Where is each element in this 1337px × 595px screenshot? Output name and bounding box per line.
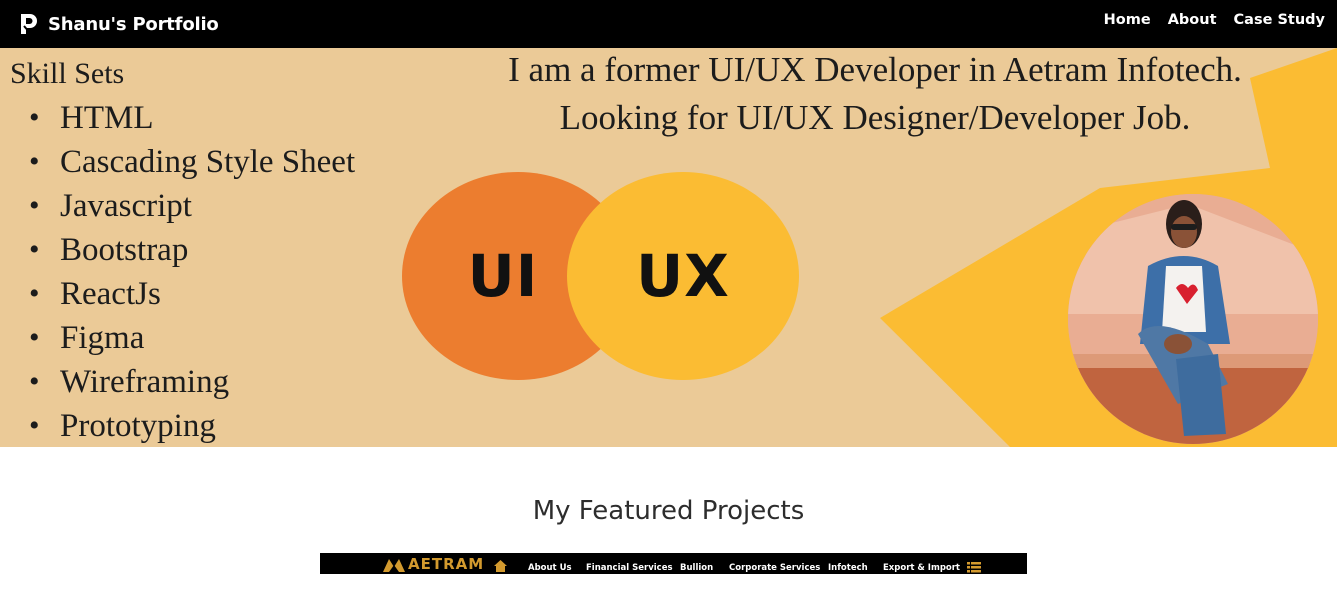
featured-project-preview[interactable]: AETRAM About Us Financial Services Bulli… [320, 553, 1027, 574]
bullet-icon: • [29, 409, 40, 442]
skills-list: • HTML • Cascading Style Sheet • Javascript… [0, 96, 355, 447]
skill-item: • Wireframing [0, 360, 355, 404]
skill-label: Cascading Style Sheet [60, 144, 356, 180]
aetram-logo-icon [383, 559, 405, 572]
nav-about-link[interactable]: About [1168, 12, 1217, 28]
skill-label: Bootstrap [60, 232, 189, 268]
brand[interactable]: Shanu's Portfolio [18, 9, 219, 39]
home-icon [494, 560, 507, 572]
skill-item: • ReactJs [0, 272, 355, 316]
skill-item: • HTML [0, 96, 355, 140]
skill-label: Wireframing [60, 364, 230, 400]
nav-home-link[interactable]: Home [1104, 12, 1151, 28]
brand-name: Shanu's Portfolio [48, 13, 219, 35]
bullet-icon: • [29, 321, 40, 354]
bullet-icon: • [29, 101, 40, 134]
skill-label: ReactJs [60, 276, 161, 312]
person-photo-icon [1068, 194, 1318, 444]
skill-item: • Figma [0, 316, 355, 360]
featured-projects-heading: My Featured Projects [532, 496, 805, 526]
skill-label: Prototyping [60, 408, 216, 444]
headline-line-1: I am a former UI/UX Developer in Aetram … [508, 50, 1242, 89]
preview-menu-about-us: About Us [528, 563, 572, 573]
top-navbar: Shanu's Portfolio Home About Case Study [0, 0, 1337, 48]
bullet-icon: • [29, 233, 40, 266]
preview-menu-bullion: Bullion [680, 563, 714, 573]
ux-circle: UX [567, 172, 799, 380]
skill-label: Figma [60, 320, 145, 356]
skill-item: • Prototyping [0, 404, 355, 447]
skill-label: Javascript [60, 188, 192, 224]
aetram-logo-text: AETRAM [408, 555, 485, 573]
bullet-icon: • [29, 365, 40, 398]
preview-menu-export-import: Export & Import [883, 563, 960, 573]
list-menu-icon [967, 562, 981, 573]
preview-menu-infotech: Infotech [828, 563, 868, 573]
hero-banner: Skill Sets • HTML • Cascading Style Sheet … [0, 48, 1337, 447]
bullet-icon: • [29, 277, 40, 310]
skill-label: HTML [60, 100, 154, 136]
skill-sets-heading: Skill Sets [10, 57, 125, 90]
skill-item: • Bootstrap [0, 228, 355, 272]
preview-menu-corporate-services: Corporate Services [729, 563, 821, 573]
profile-photo [1068, 194, 1318, 444]
skill-item: • Cascading Style Sheet [0, 140, 355, 184]
headline-line-2: Looking for UI/UX Designer/Developer Job… [559, 98, 1191, 137]
nav-case-study-link[interactable]: Case Study [1234, 12, 1325, 28]
nav-links: Home About Case Study [1104, 12, 1325, 28]
skill-item: • Javascript [0, 184, 355, 228]
bullet-icon: • [29, 189, 40, 222]
portfolio-logo-icon [21, 14, 37, 34]
preview-menu-financial-services: Financial Services [586, 563, 673, 573]
bullet-icon: • [29, 145, 40, 178]
